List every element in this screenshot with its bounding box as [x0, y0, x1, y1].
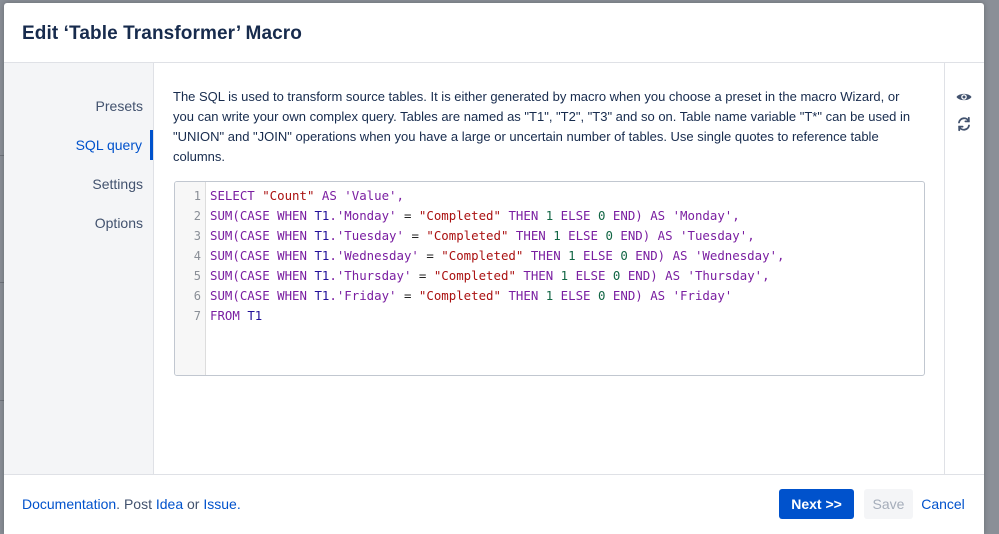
- next-button[interactable]: Next >>: [779, 489, 854, 519]
- sql-query-panel: The SQL is used to transform source tabl…: [154, 63, 944, 474]
- line-number: 7: [193, 309, 201, 323]
- line-number: 5: [193, 269, 201, 283]
- footer-links: Documentation. Post Idea or Issue.: [22, 496, 241, 512]
- line-number: 2: [193, 209, 201, 223]
- code-line[interactable]: SUM(CASE WHEN T1.'Friday' = "Completed" …: [210, 286, 732, 306]
- sidebar-nav: Presets SQL query Settings Options: [4, 63, 154, 474]
- dialog-header: Edit ‘Table Transformer’ Macro: [4, 3, 984, 63]
- dialog-footer: Documentation. Post Idea or Issue. Next …: [4, 474, 984, 534]
- line-number: 4: [193, 249, 201, 263]
- code-line[interactable]: SUM(CASE WHEN T1.'Monday' = "Completed" …: [210, 206, 740, 226]
- dialog-title: Edit ‘Table Transformer’ Macro: [22, 23, 302, 44]
- eye-icon[interactable]: [955, 88, 973, 106]
- sidebar-item-sql-query[interactable]: SQL query: [4, 130, 153, 160]
- idea-link[interactable]: Idea: [156, 496, 183, 512]
- macro-dialog: Edit ‘Table Transformer’ Macro Presets S…: [4, 3, 984, 534]
- preview-toolbar: [944, 63, 984, 474]
- cancel-button[interactable]: Cancel: [918, 489, 968, 519]
- line-number-gutter: 1 2 3 4 5 6 7: [175, 182, 206, 375]
- refresh-icon[interactable]: [955, 115, 973, 133]
- code-line[interactable]: FROM T1: [210, 306, 262, 326]
- sidebar-item-presets[interactable]: Presets: [4, 91, 153, 121]
- line-number: 3: [193, 229, 201, 243]
- code-line[interactable]: SUM(CASE WHEN T1.'Tuesday' = "Completed"…: [210, 226, 755, 246]
- footer-text: or: [183, 496, 204, 512]
- code-line[interactable]: SUM(CASE WHEN T1.'Thursday' = "Completed…: [210, 266, 770, 286]
- documentation-link[interactable]: Documentation: [22, 496, 116, 512]
- line-number: 1: [193, 189, 201, 203]
- sql-description: The SQL is used to transform source tabl…: [173, 89, 911, 164]
- issue-link[interactable]: Issue: [203, 496, 236, 512]
- line-number: 6: [193, 289, 201, 303]
- sidebar-item-settings[interactable]: Settings: [4, 169, 153, 199]
- footer-text: . Post: [116, 496, 156, 512]
- sql-editor[interactable]: 1 2 3 4 5 6 7 SELECT "Count" AS 'Value',…: [174, 181, 925, 376]
- code-line[interactable]: SUM(CASE WHEN T1.'Wednesday' = "Complete…: [210, 246, 785, 266]
- footer-period: .: [236, 496, 241, 512]
- code-line[interactable]: SELECT "Count" AS 'Value',: [210, 186, 404, 206]
- save-button[interactable]: Save: [864, 489, 913, 519]
- sidebar-item-options[interactable]: Options: [4, 208, 153, 238]
